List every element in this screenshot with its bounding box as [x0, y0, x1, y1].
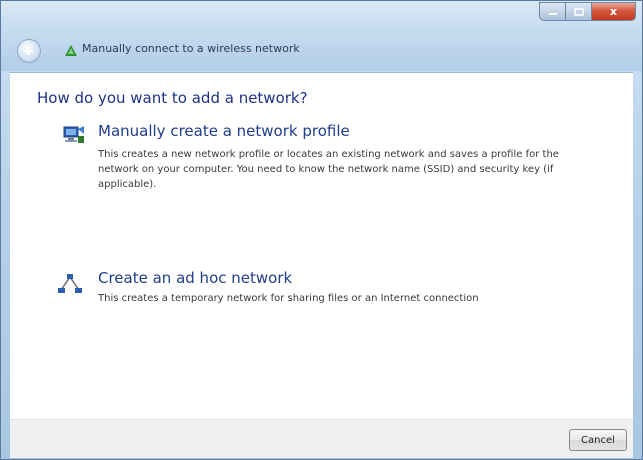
title-bar[interactable]: Manually connect to a wireless network x: [1, 1, 642, 71]
footer-bar: Cancel: [10, 419, 633, 458]
dialog-window: Manually connect to a wireless network x…: [0, 0, 643, 460]
option-manual-profile-description: This creates a new network profile or lo…: [98, 149, 559, 190]
maximize-icon: [573, 7, 584, 16]
close-button[interactable]: x: [591, 2, 636, 21]
minimize-button[interactable]: [539, 2, 565, 21]
close-icon: x: [609, 5, 618, 18]
ad-hoc-network-icon: [58, 274, 82, 293]
option-ad-hoc-title[interactable]: Create an ad hoc network: [98, 269, 292, 287]
option-manual-profile[interactable]: Manually create a network profile This c…: [63, 122, 583, 202]
maximize-button[interactable]: [565, 2, 591, 21]
page-heading: How do you want to add a network?: [37, 89, 308, 107]
option-ad-hoc[interactable]: Create an ad hoc network This creates a …: [58, 269, 583, 314]
caption-buttons: x: [539, 2, 636, 22]
window-title: Manually connect to a wireless network: [82, 42, 300, 55]
back-button[interactable]: [17, 39, 41, 63]
minimize-icon: [548, 12, 557, 15]
wireless-network-icon: [65, 45, 77, 56]
network-profile-icon: [63, 126, 84, 143]
option-manual-profile-title[interactable]: Manually create a network profile: [98, 122, 350, 140]
cancel-button[interactable]: Cancel: [569, 429, 627, 451]
option-ad-hoc-description: This creates a temporary network for sha…: [98, 293, 479, 304]
back-arrow-icon: [24, 46, 33, 56]
